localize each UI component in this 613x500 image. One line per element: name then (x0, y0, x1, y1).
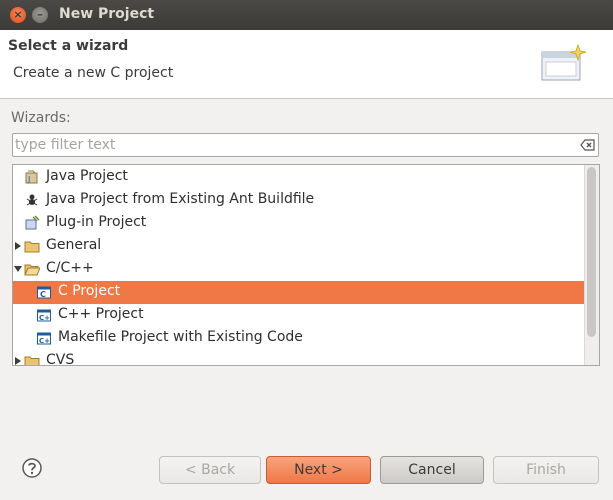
tree-item-label: C++ Project (58, 306, 144, 322)
scrollbar-thumb[interactable] (587, 167, 596, 337)
expander-collapsed-icon[interactable] (13, 241, 23, 251)
window-title: New Project (59, 6, 155, 22)
tree-item-label: Java Project from Existing Ant Buildfile (46, 191, 315, 207)
svg-text:C: C (40, 290, 46, 299)
tree-item-makefile-project-with-existing-code[interactable]: C+ Makefile Project with Existing Code (13, 327, 585, 350)
wizard-banner-icon (541, 43, 587, 81)
tree-item-label: Plug-in Project (46, 214, 147, 230)
svg-text:C+: C+ (39, 314, 50, 322)
expander-collapsed-icon[interactable] (13, 356, 23, 366)
tree-item-label: Makefile Project with Existing Code (58, 329, 303, 345)
back-button[interactable]: < Back (159, 456, 261, 484)
folder-icon (24, 356, 40, 365)
wizard-tree[interactable]: J Java Project Java Project from Existing … (12, 164, 600, 366)
clear-filter-icon[interactable] (580, 138, 595, 152)
tree-scrollbar[interactable] (584, 165, 599, 365)
tree-item-c-project[interactable]: C C Project (13, 281, 585, 304)
tree-item-java-project[interactable]: J Java Project (13, 166, 585, 189)
java-project-icon: J (25, 170, 38, 184)
close-window-button[interactable]: × (10, 7, 26, 23)
tree-item-label: C/C++ (46, 260, 94, 276)
page-title: Select a wizard (8, 38, 129, 54)
tree-item-general[interactable]: General (13, 235, 585, 258)
help-icon[interactable] (22, 458, 42, 478)
folder-icon (24, 241, 40, 253)
page-description: Create a new C project (13, 65, 174, 81)
wizards-label: Wizards: (11, 110, 71, 126)
c-project-icon: C (37, 286, 51, 299)
cancel-button[interactable]: Cancel (380, 456, 484, 484)
filter-input[interactable] (15, 136, 575, 154)
tree-item-label: C Project (58, 283, 121, 299)
svg-text:J: J (27, 175, 30, 184)
title-bar: × – New Project (0, 0, 613, 30)
ant-icon (26, 194, 38, 206)
tree-item-plug-in-project[interactable]: Plug-in Project (13, 212, 585, 235)
plugin-project-icon (25, 215, 40, 230)
tree-item-java-project-from-existing-ant-buildfile[interactable]: Java Project from Existing Ant Buildfile (13, 189, 585, 212)
finish-button[interactable]: Finish (493, 456, 599, 484)
tree-item-label: CVS (46, 352, 75, 366)
wizard-header: Select a wizard Create a new C project (0, 30, 613, 99)
makefile-project-icon: C+ (37, 332, 51, 345)
filter-field[interactable] (12, 133, 599, 157)
tree-item-cvs[interactable]: CVS (13, 350, 585, 366)
tree-item-c-project[interactable]: C+ C++ Project (13, 304, 585, 327)
next-button[interactable]: Next > (266, 456, 371, 484)
cpp-project-icon: C+ (37, 309, 51, 322)
tree-item-label: Java Project (46, 168, 128, 184)
expander-expanded-icon[interactable] (13, 264, 23, 274)
tree-item-c-c[interactable]: C/C++ (13, 258, 585, 281)
minimize-window-button[interactable]: – (32, 7, 48, 23)
tree-item-label: General (46, 237, 102, 253)
folder-open-icon (24, 264, 40, 276)
svg-text:C+: C+ (39, 337, 50, 345)
